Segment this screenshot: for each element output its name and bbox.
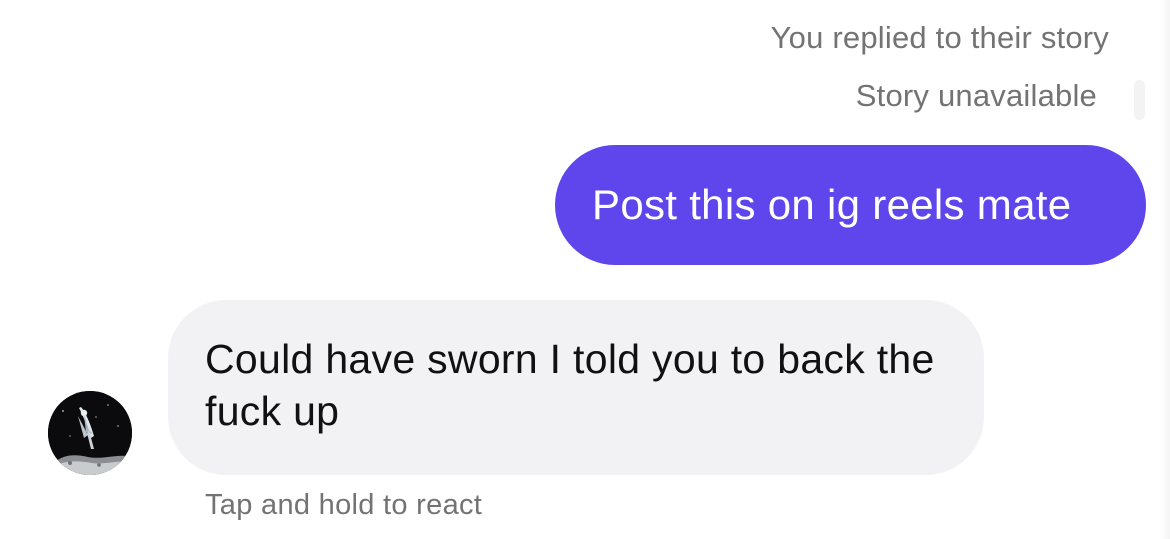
story-unavailable-label[interactable]: Story unavailable xyxy=(856,78,1097,114)
received-message-bubble[interactable]: Could have sworn I told you to back the … xyxy=(168,300,984,475)
sent-message-bubble[interactable]: Post this on ig reels mate xyxy=(555,145,1146,265)
received-message-text: Could have sworn I told you to back the … xyxy=(205,336,935,434)
contact-avatar[interactable] xyxy=(48,391,132,475)
react-hint: Tap and hold to react xyxy=(205,489,483,521)
scroll-indicator[interactable] xyxy=(1134,80,1145,120)
chat-thread: You replied to their story Story unavail… xyxy=(0,0,1170,539)
sent-message-text: Post this on ig reels mate xyxy=(592,181,1072,228)
story-reply-note: You replied to their story xyxy=(770,20,1109,55)
astronaut-surfboard-avatar-icon xyxy=(48,391,132,475)
scrollbar-track[interactable] xyxy=(1161,0,1170,539)
